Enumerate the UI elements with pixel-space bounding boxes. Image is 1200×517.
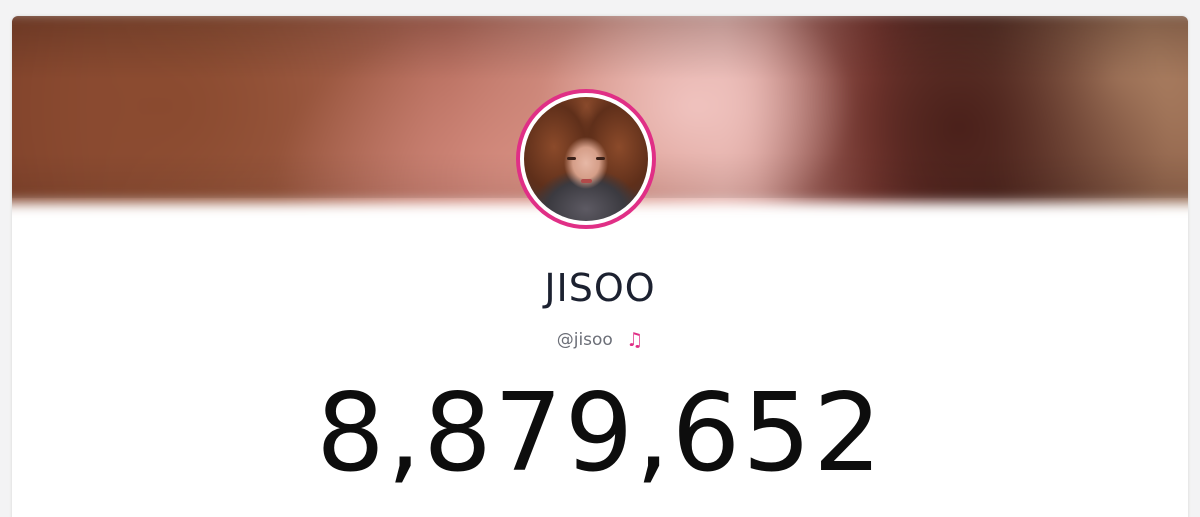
avatar-eye-left [567,157,576,160]
profile-name: JISOO [544,266,656,310]
avatar-lips [581,179,592,183]
live-count: 8,879,652 [316,371,884,496]
avatar[interactable] [516,89,656,229]
avatar-photo [524,97,648,221]
profile-page: JISOO @jisoo ♫ 8,879,652 [0,0,1200,517]
avatar-eye-right [596,157,605,160]
music-note-icon: ♫ [626,329,644,351]
profile-handle[interactable]: @jisoo [557,330,613,350]
handle-row: @jisoo ♫ [0,327,1200,353]
